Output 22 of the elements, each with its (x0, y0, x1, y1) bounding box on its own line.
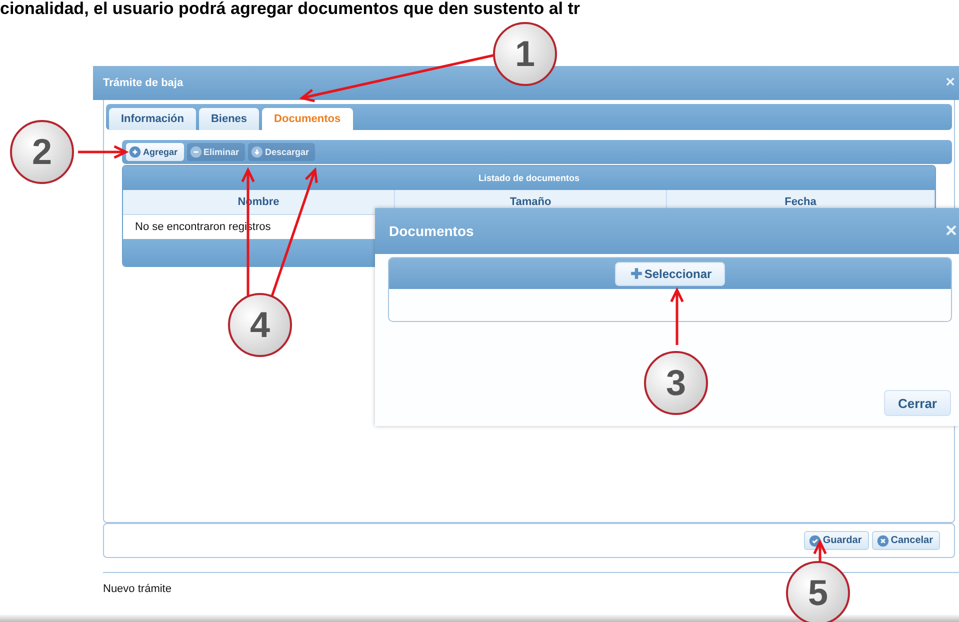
plus-icon (630, 267, 644, 280)
callout-number: 2 (10, 120, 74, 184)
close-button[interactable]: Cerrar (884, 390, 951, 416)
caption-text: cionalidad, el usuario podrá agregar documentos que den sustento al tr (0, 0, 580, 18)
add-button[interactable]: Agregar (126, 143, 184, 161)
callout-number: 1 (493, 22, 557, 86)
minus-icon (190, 146, 202, 158)
cancel-button[interactable]: Cancelar (872, 531, 940, 550)
window-title: Trámite de baja (103, 77, 184, 89)
grid-title: Listado de documentos (123, 166, 935, 190)
download-icon (251, 146, 264, 158)
save-button[interactable]: Guardar (804, 531, 869, 550)
check-icon (808, 534, 821, 546)
annotation-arrow (670, 287, 684, 345)
annotation-arrow (78, 145, 129, 159)
tab[interactable]: Información (109, 108, 196, 130)
close-icon (876, 534, 889, 546)
plus-icon (129, 146, 141, 158)
tab[interactable]: Bienes (198, 108, 260, 130)
select-button[interactable]: Seleccionar (615, 262, 725, 286)
dialog-title: Documentos (389, 223, 474, 239)
status-text: Nuevo trámite (103, 583, 172, 595)
